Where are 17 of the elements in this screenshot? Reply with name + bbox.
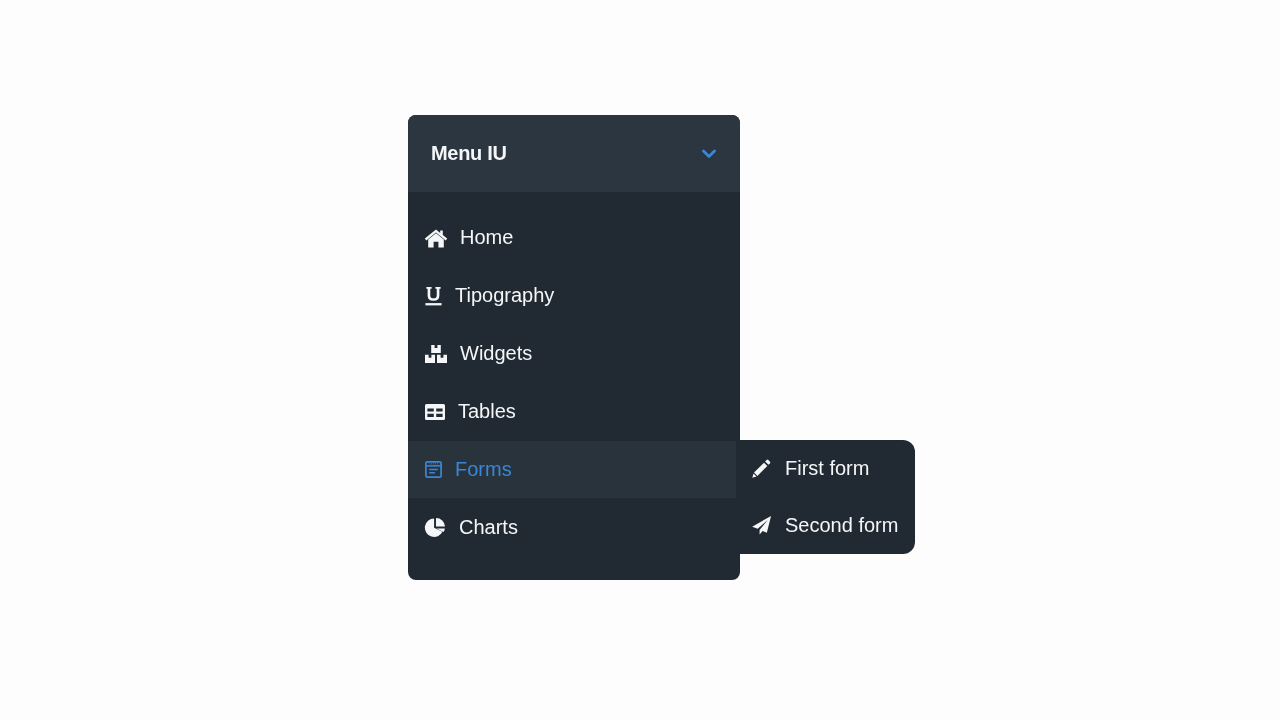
chevron-down-icon[interactable]	[702, 148, 716, 159]
submenu-item[interactable]: Second form	[740, 497, 915, 554]
paper-plane-icon	[751, 515, 772, 536]
menu-item[interactable]: Home	[408, 209, 736, 266]
menu-item[interactable]: Tipography	[408, 267, 736, 324]
submenu-item[interactable]: First form	[740, 440, 915, 497]
cubes-icon	[424, 343, 448, 364]
menu-item[interactable]: Widgets	[408, 325, 736, 382]
form-icon	[424, 460, 443, 479]
home-icon	[424, 227, 448, 248]
table-icon	[424, 402, 446, 421]
underline-icon	[424, 285, 443, 306]
menu-item[interactable]: Tables	[408, 383, 736, 440]
pie-chart-icon	[424, 517, 447, 538]
menu-title: Menu IU	[431, 142, 507, 165]
menu-item[interactable]: Charts	[408, 499, 736, 556]
pencil-icon	[751, 458, 772, 479]
